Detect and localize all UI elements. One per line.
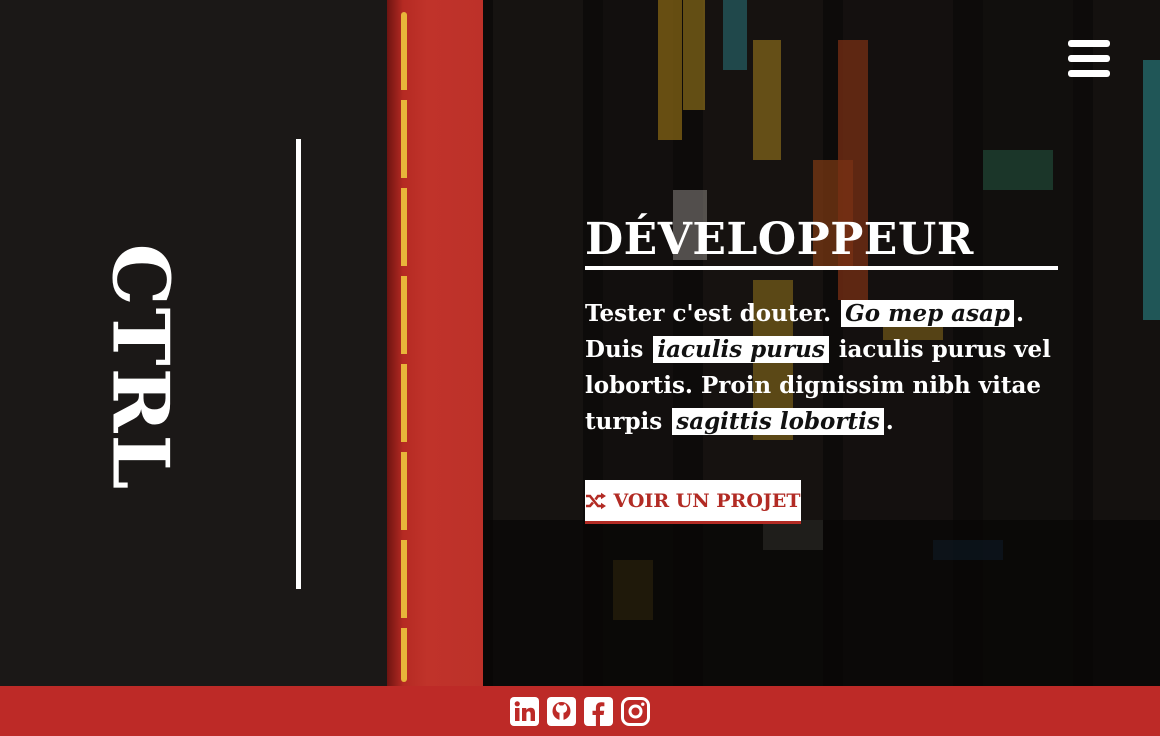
footer — [0, 686, 1160, 736]
desc-highlight-1: Go mep asap — [841, 300, 1015, 327]
shuffle-icon — [586, 492, 607, 509]
left-panel: CTRL — [0, 0, 388, 686]
hamburger-menu-icon[interactable] — [1068, 40, 1110, 78]
github-icon[interactable] — [547, 696, 576, 726]
logo[interactable]: CTRL — [70, 243, 210, 491]
logo-text: CTRL — [94, 243, 186, 491]
desc-text-1: Tester c'est douter. — [585, 300, 840, 327]
desc-text-5: . — [885, 408, 894, 435]
hero-description: Tester c'est douter. Go mep asap. Duis i… — [585, 296, 1065, 440]
facebook-icon[interactable] — [584, 696, 613, 726]
desc-highlight-2: iaculis purus — [653, 336, 829, 363]
title-underline — [585, 266, 1058, 270]
desc-text-3: Duis — [585, 336, 652, 363]
instagram-icon[interactable] — [621, 696, 650, 726]
linkedin-icon[interactable] — [510, 696, 539, 726]
page-title: DÉVELOPPEUR — [585, 214, 974, 265]
desc-highlight-3: sagittis lobortis — [672, 408, 884, 435]
view-project-label: VOIR UN PROJET — [613, 489, 801, 512]
road-dashes — [401, 12, 407, 682]
view-project-button[interactable]: VOIR UN PROJET — [585, 480, 801, 524]
vertical-divider — [296, 139, 301, 589]
desc-text-2: . — [1016, 300, 1025, 327]
